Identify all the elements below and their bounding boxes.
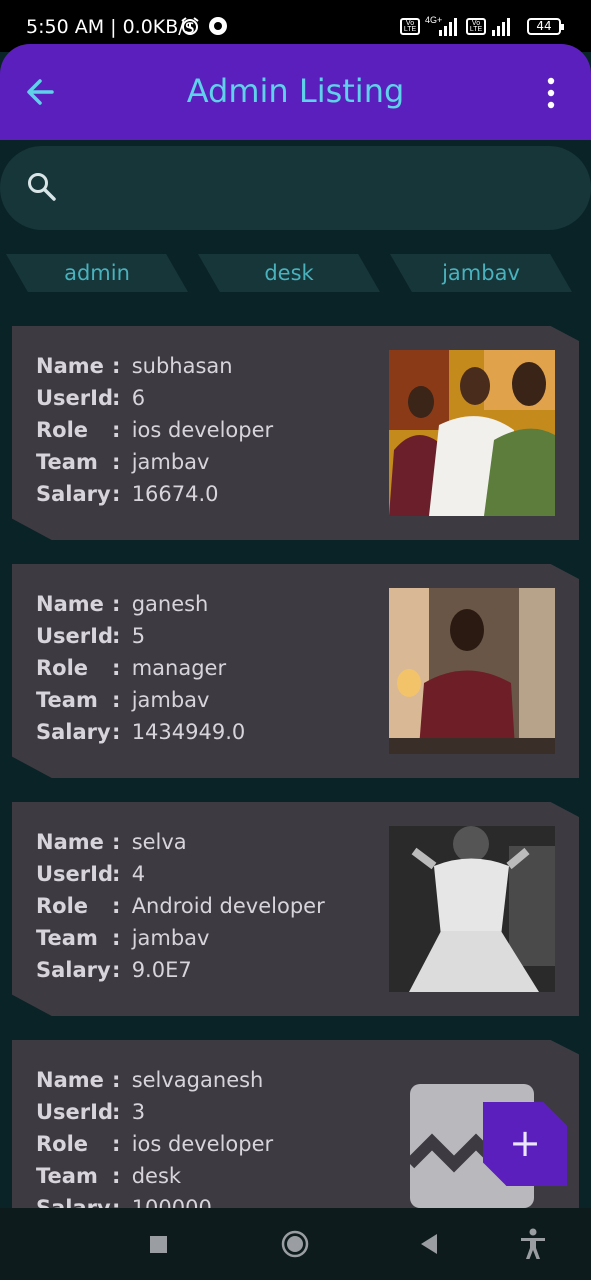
user-team: desk	[131, 1164, 182, 1188]
colon: :	[112, 482, 121, 506]
salary-label: Salary	[36, 720, 111, 744]
colon: :	[112, 386, 121, 410]
user-salary: 1434949.0	[131, 720, 246, 744]
user-id: 6	[131, 386, 146, 410]
colon: :	[112, 894, 121, 918]
user-role: manager	[131, 656, 227, 680]
role-label: Role	[36, 894, 89, 918]
userid-label: UserId	[36, 1100, 113, 1124]
colon: :	[112, 688, 121, 712]
user-name: subhasan	[131, 354, 233, 378]
user-card[interactable]: Name: ganesh UserId: 5 Role: manager Tea…	[12, 564, 579, 778]
colon: :	[112, 624, 121, 648]
more-vert-icon[interactable]	[541, 76, 561, 110]
role-label: Role	[36, 418, 89, 442]
page-title: Admin Listing	[186, 72, 405, 110]
search-input[interactable]	[76, 166, 556, 210]
filter-chip-desk[interactable]: desk	[198, 254, 380, 292]
team-label: Team	[36, 450, 98, 474]
colon: :	[112, 862, 121, 886]
accessibility-icon[interactable]	[518, 1228, 548, 1260]
name-label: Name	[36, 830, 104, 854]
colon: :	[112, 592, 121, 616]
user-salary: 16674.0	[131, 482, 219, 506]
app-bar: Admin Listing	[0, 44, 591, 140]
colon: :	[112, 926, 121, 950]
add-user-button[interactable]: +	[483, 1102, 567, 1186]
role-label: Role	[36, 656, 89, 680]
salary-label: Salary	[36, 482, 111, 506]
name-label: Name	[36, 354, 104, 378]
colon: :	[112, 1164, 121, 1188]
search-bar[interactable]	[0, 146, 591, 230]
volte-icon-2: Vo LTE	[466, 18, 486, 35]
name-label: Name	[36, 1068, 104, 1092]
salary-label: Salary	[36, 958, 111, 982]
status-time: 5:50 AM | 0.0KB/s	[26, 16, 195, 38]
filter-chip-admin[interactable]: admin	[6, 254, 188, 292]
user-details: Name: subhasan UserId: 6 Role: ios devel…	[36, 350, 273, 510]
colon: :	[112, 450, 121, 474]
battery-icon: 44	[527, 18, 564, 35]
user-card[interactable]: Name: selva UserId: 4 Role: Android deve…	[12, 802, 579, 1016]
user-details: Name: selva UserId: 4 Role: Android deve…	[36, 826, 325, 986]
user-team: jambav	[131, 926, 210, 950]
user-team: jambav	[131, 450, 210, 474]
system-nav-bar	[0, 1208, 591, 1280]
user-name: selva	[131, 830, 187, 854]
user-name: ganesh	[131, 592, 209, 616]
colon: :	[112, 830, 121, 854]
filter-chip-jambav[interactable]: jambav	[390, 254, 572, 292]
user-role: ios developer	[131, 418, 274, 442]
colon: :	[112, 418, 121, 442]
recents-square-icon[interactable]	[148, 1228, 170, 1260]
colon: :	[112, 656, 121, 680]
team-label: Team	[36, 926, 98, 950]
home-circle-icon[interactable]	[280, 1228, 310, 1260]
signal-icon-2	[492, 18, 510, 36]
userid-label: UserId	[36, 386, 113, 410]
user-id: 5	[131, 624, 146, 648]
vpn-icon	[209, 17, 227, 35]
user-team: jambav	[131, 688, 210, 712]
colon: :	[112, 1100, 121, 1124]
user-photo	[389, 350, 555, 516]
user-photo	[389, 588, 555, 754]
colon: :	[112, 354, 121, 378]
back-triangle-icon[interactable]	[418, 1228, 440, 1260]
signal-icon	[439, 18, 457, 36]
user-role: Android developer	[131, 894, 325, 918]
user-card[interactable]: Name: subhasan UserId: 6 Role: ios devel…	[12, 326, 579, 540]
role-label: Role	[36, 1132, 89, 1156]
userid-label: UserId	[36, 862, 113, 886]
colon: :	[112, 720, 121, 744]
colon: :	[112, 1068, 121, 1092]
user-id: 3	[131, 1100, 146, 1124]
add-icon: +	[509, 1121, 541, 1165]
alarm-icon	[181, 17, 199, 35]
volte-icon: Vo LTE	[400, 18, 420, 35]
user-photo	[389, 826, 555, 992]
user-details: Name: selvaganesh UserId: 3 Role: ios de…	[36, 1064, 273, 1224]
user-salary: 9.0E7	[131, 958, 192, 982]
user-details: Name: ganesh UserId: 5 Role: manager Tea…	[36, 588, 245, 748]
name-label: Name	[36, 592, 104, 616]
colon: :	[112, 958, 121, 982]
colon: :	[112, 1132, 121, 1156]
team-label: Team	[36, 688, 98, 712]
user-name: selvaganesh	[131, 1068, 264, 1092]
search-icon	[28, 173, 56, 201]
team-label: Team	[36, 1164, 98, 1188]
user-role: ios developer	[131, 1132, 274, 1156]
user-id: 4	[131, 862, 146, 886]
userid-label: UserId	[36, 624, 113, 648]
